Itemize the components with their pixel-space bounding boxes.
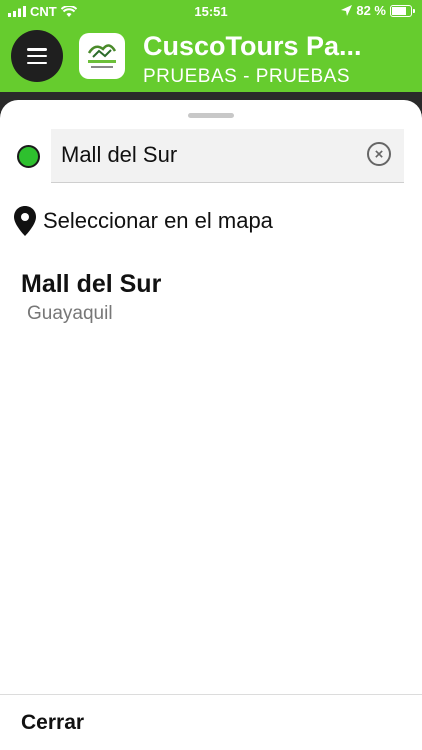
search-input[interactable] <box>61 139 351 171</box>
select-on-map-label: Seleccionar en el mapa <box>43 208 273 233</box>
app-logo <box>79 33 125 79</box>
close-icon: × <box>374 145 384 163</box>
clear-search-button[interactable]: × <box>367 142 391 166</box>
result-city: Guayaquil <box>27 303 113 324</box>
footer-divider <box>0 694 422 695</box>
hamburger-icon <box>27 48 47 64</box>
app-header: CuscoTours Pa... PRUEBAS - PRUEBAS <box>0 22 422 92</box>
sheet-grabber[interactable] <box>188 113 234 118</box>
status-bar: CNT 15:51 82 % <box>0 0 422 22</box>
menu-button[interactable] <box>11 30 63 82</box>
map-pin-icon <box>14 206 36 236</box>
search-field[interactable]: × <box>51 129 404 183</box>
result-name: Mall del Sur <box>21 270 162 298</box>
origin-dot-icon <box>17 145 40 168</box>
battery-percent: 82 % <box>356 3 386 18</box>
close-button[interactable]: Cerrar <box>21 711 84 735</box>
location-arrow-icon <box>341 5 353 16</box>
app-title: CuscoTours Pa... <box>143 31 362 61</box>
search-sheet: × Seleccionar en el mapa Mall del Sur Gu… <box>0 100 422 750</box>
status-right: 82 % <box>341 3 415 18</box>
battery-icon <box>390 4 415 17</box>
cuscotours-logo-icon <box>87 44 117 68</box>
search-result-item[interactable]: Mall del Sur Guayaquil <box>21 270 161 325</box>
select-on-map-option[interactable]: Seleccionar en el mapa <box>13 205 273 237</box>
app-subtitle: PRUEBAS - PRUEBAS <box>143 66 350 87</box>
